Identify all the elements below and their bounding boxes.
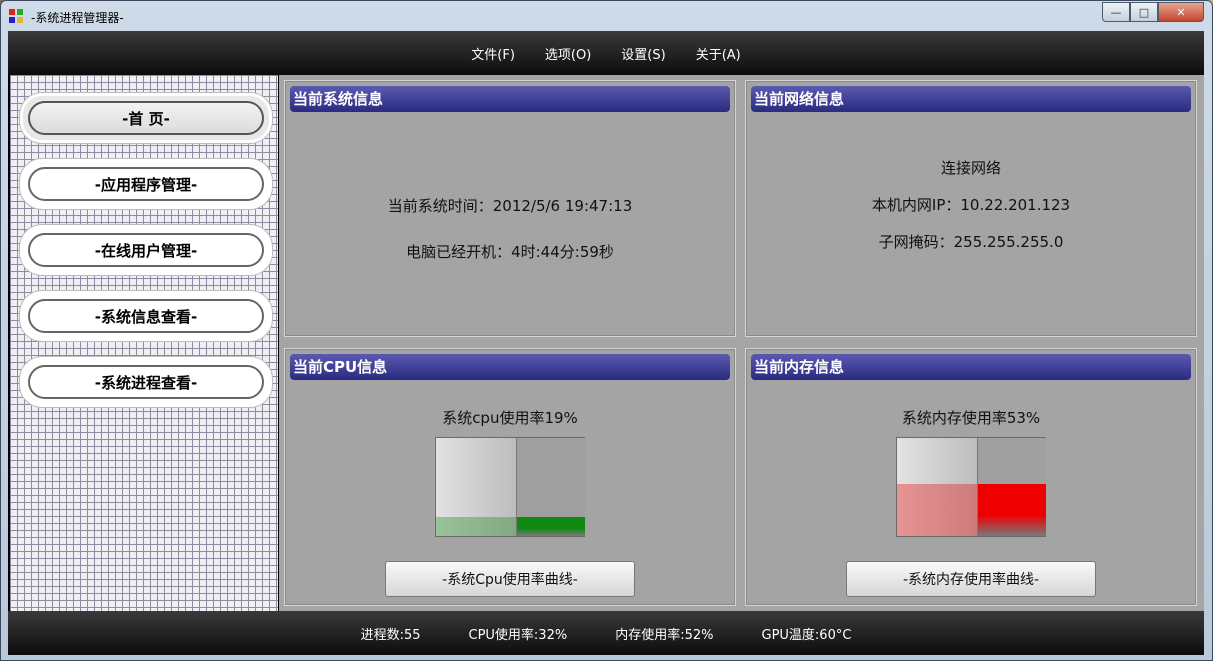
app-window: -系统进程管理器- — □ ✕ 文件(F) 选项(O) 设置(S) 关于(A) …: [0, 0, 1213, 661]
app-icon: [9, 9, 23, 23]
system-info-panel: 当前系统信息 当前系统时间：2012/5/6 19:47:13 电脑已经开机：4…: [284, 80, 736, 337]
memory-info-panel: 当前内存信息 系统内存使用率53% -系统内存使用率曲线-: [745, 348, 1197, 606]
memory-usage-text: 系统内存使用率53%: [901, 409, 1041, 427]
sidebar-item-app-management[interactable]: -应用程序管理-: [20, 159, 272, 209]
sidebar-item-label: -首 页-: [28, 101, 264, 135]
sidebar-item-process-view[interactable]: -系统进程查看-: [20, 357, 272, 407]
menu-bar: 文件(F) 选项(O) 设置(S) 关于(A): [8, 31, 1204, 75]
minimize-button[interactable]: —: [1102, 2, 1130, 22]
window-controls: — □ ✕: [1102, 2, 1204, 22]
network-mask: 子网掩码：255.255.255.0: [878, 233, 1064, 251]
status-memory-usage: 内存使用率:52%: [615, 627, 714, 643]
system-time: 当前系统时间：2012/5/6 19:47:13: [387, 197, 633, 215]
sidebar-item-label: -系统信息查看-: [28, 299, 264, 333]
status-bar: 进程数:55 CPU使用率:32% 内存使用率:52% GPU温度:60°C: [8, 611, 1204, 655]
memory-gauge-right: [977, 438, 1046, 536]
network-info-panel: 当前网络信息 连接网络 本机内网IP：10.22.201.123 子网掩码：25…: [745, 80, 1197, 337]
cpu-usage-text: 系统cpu使用率19%: [442, 409, 578, 427]
cpu-curve-button[interactable]: -系统Cpu使用率曲线-: [385, 561, 635, 597]
memory-gauge-left: [897, 438, 977, 536]
menu-file[interactable]: 文件(F): [471, 44, 515, 63]
sidebar: -首 页- -应用程序管理- -在线用户管理- -系统信息查看- -系统进程查看…: [10, 75, 278, 611]
sidebar-item-label: -在线用户管理-: [28, 233, 264, 267]
system-uptime: 电脑已经开机：4时:44分:59秒: [406, 243, 614, 261]
window-title: -系统进程管理器-: [31, 11, 124, 25]
title-bar[interactable]: -系统进程管理器- — □ ✕: [1, 1, 1212, 31]
network-info-title: 当前网络信息: [751, 86, 1191, 112]
cpu-gauge-right: [516, 438, 585, 536]
sidebar-item-online-users[interactable]: -在线用户管理-: [20, 225, 272, 275]
client-area: 文件(F) 选项(O) 设置(S) 关于(A) -首 页- -应用程序管理- -…: [8, 31, 1204, 655]
sidebar-item-label: -系统进程查看-: [28, 365, 264, 399]
main-content: 当前系统信息 当前系统时间：2012/5/6 19:47:13 电脑已经开机：4…: [279, 75, 1204, 611]
status-gpu-temp: GPU温度:60°C: [761, 627, 852, 643]
cpu-info-panel: 当前CPU信息 系统cpu使用率19% -系统Cpu使用率曲线-: [284, 348, 736, 606]
close-button[interactable]: ✕: [1158, 2, 1204, 22]
memory-curve-button[interactable]: -系统内存使用率曲线-: [846, 561, 1096, 597]
menu-about[interactable]: 关于(A): [696, 44, 741, 63]
system-info-title: 当前系统信息: [290, 86, 730, 112]
sidebar-item-label: -应用程序管理-: [28, 167, 264, 201]
memory-gauge-left-fill: [897, 484, 977, 536]
cpu-usage-gauge: [435, 437, 585, 537]
memory-info-title: 当前内存信息: [751, 354, 1191, 380]
cpu-info-title: 当前CPU信息: [290, 354, 730, 380]
cpu-gauge-left: [436, 438, 516, 536]
sidebar-item-home[interactable]: -首 页-: [20, 93, 272, 143]
menu-settings[interactable]: 设置(S): [621, 44, 665, 63]
memory-gauge-right-fill: [978, 484, 1046, 536]
network-ip: 本机内网IP：10.22.201.123: [871, 196, 1071, 214]
memory-usage-gauge: [896, 437, 1046, 537]
status-cpu-usage: CPU使用率:32%: [468, 627, 568, 643]
maximize-button[interactable]: □: [1130, 2, 1158, 22]
sidebar-item-system-info[interactable]: -系统信息查看-: [20, 291, 272, 341]
network-status: 连接网络: [940, 159, 1001, 177]
cpu-gauge-right-fill: [517, 517, 585, 536]
status-process-count: 进程数:55: [360, 627, 421, 643]
cpu-gauge-left-fill: [436, 517, 516, 536]
menu-options[interactable]: 选项(O): [545, 44, 591, 63]
